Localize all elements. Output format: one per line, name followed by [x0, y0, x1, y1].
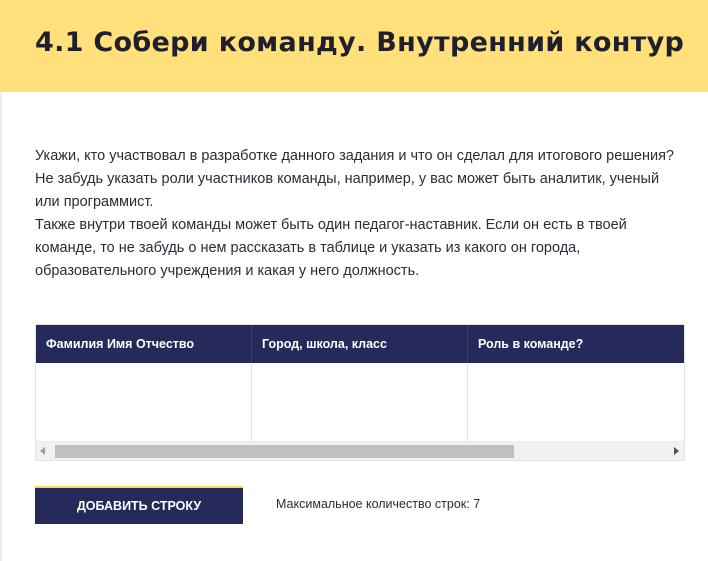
- scroll-right-arrow-icon[interactable]: [674, 447, 679, 455]
- team-table: Фамилия Имя Отчество Город, школа, класс…: [35, 324, 685, 461]
- page-header: 4.1 Собери команду. Внутренний контур: [0, 0, 708, 92]
- task-description: Укажи, кто участвовал в разработке данно…: [35, 145, 685, 283]
- scrollbar-thumb[interactable]: [55, 445, 514, 458]
- table-row: [36, 363, 684, 441]
- table-header-row: Фамилия Имя Отчество Город, школа, класс…: [36, 325, 684, 363]
- table-cell-city-school-grade[interactable]: [252, 363, 468, 441]
- page-title: 4.1 Собери команду. Внутренний контур: [35, 27, 685, 58]
- table-cell-team-role[interactable]: [468, 363, 684, 441]
- add-row-button[interactable]: ДОБАВИТЬ СТРОКУ: [35, 486, 243, 524]
- horizontal-scrollbar[interactable]: [36, 441, 684, 460]
- column-header-city-school-grade: Город, школа, класс: [252, 325, 468, 363]
- column-header-full-name: Фамилия Имя Отчество: [36, 325, 252, 363]
- description-paragraph: Не забудь указать роли участников команд…: [35, 171, 660, 210]
- max-rows-note: Максимальное количество строк: 7: [276, 497, 481, 511]
- column-header-team-role: Роль в команде?: [478, 337, 584, 351]
- scroll-left-arrow-icon[interactable]: [40, 447, 45, 455]
- page-left-border: [0, 92, 2, 561]
- description-paragraph: Укажи, кто участвовал в разработке данно…: [35, 148, 674, 164]
- table-cell-full-name[interactable]: [36, 363, 252, 441]
- description-paragraph: Также внутри твоей команды может быть од…: [35, 217, 627, 279]
